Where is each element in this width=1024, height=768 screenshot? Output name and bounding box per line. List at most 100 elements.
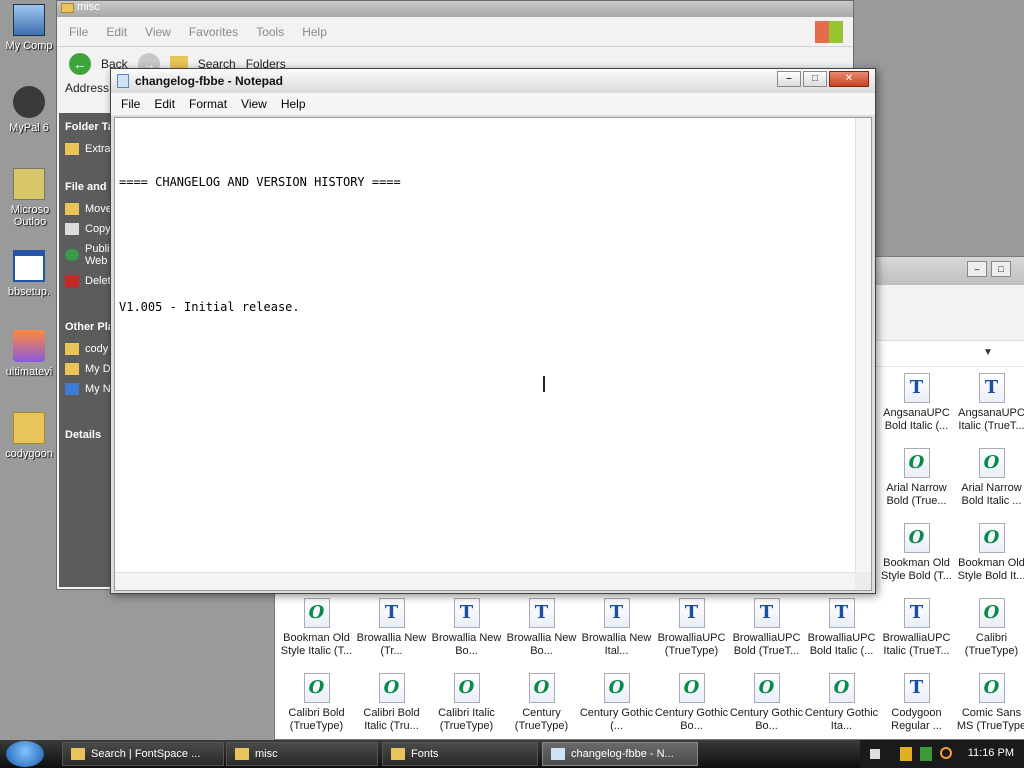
font-file-label: Calibri (TrueType) <box>964 632 1019 657</box>
opentype-font-icon: O <box>978 448 1005 478</box>
maximize-button[interactable]: □ <box>991 261 1011 277</box>
file-task-publish[interactable]: Publi Web <box>59 239 115 271</box>
desktop-icon-label: bbsetup. <box>7 286 51 298</box>
font-file-item[interactable]: O Calibri Italic (TrueType) <box>429 673 504 733</box>
explorer-titlebar[interactable]: misc <box>57 1 853 17</box>
taskbar-button-notepad[interactable]: changelog-fbbe - N... <box>542 742 698 766</box>
other-place-item[interactable]: My D <box>59 359 115 379</box>
font-file-item[interactable]: T AngsanaUPC Italic (TrueT... <box>954 373 1024 433</box>
font-file-item[interactable]: T BrowalliaUPC Bold (TrueT... <box>729 598 804 658</box>
item-label: My N <box>85 383 111 395</box>
font-file-label: Bookman Old Style Italic (T... <box>280 632 353 657</box>
vertical-scrollbar[interactable] <box>855 118 871 572</box>
desktop-icon-outlook[interactable]: Microso Outloo <box>0 168 58 228</box>
horizontal-scrollbar[interactable] <box>115 572 855 590</box>
truetype-font-icon: T <box>603 598 630 628</box>
taskbar-button-search[interactable]: Search | FontSpace ... <box>62 742 224 766</box>
font-file-item[interactable]: O Century Gothic Bo... <box>729 673 804 733</box>
clock[interactable]: 11:16 PM <box>968 747 1014 759</box>
volume-icon[interactable] <box>920 747 932 761</box>
taskbar-button-misc[interactable]: misc <box>226 742 378 766</box>
desktop-icon-ultimatevi[interactable]: ultimatevi <box>0 330 58 378</box>
shield-icon[interactable] <box>900 747 912 761</box>
resize-grip[interactable] <box>855 572 871 590</box>
font-file-item[interactable]: O Century Gothic Bo... <box>654 673 729 733</box>
editor-text[interactable]: ==== CHANGELOG AND VERSION HISTORY ==== … <box>119 118 853 572</box>
font-file-item[interactable]: T BrowalliaUPC Bold Italic (... <box>804 598 879 658</box>
text-editor[interactable]: ==== CHANGELOG AND VERSION HISTORY ==== … <box>114 117 872 591</box>
font-file-item[interactable]: O Century Gothic Ita... <box>804 673 879 733</box>
notepad-menubar: File Edit Format View Help <box>111 93 875 115</box>
minimize-button[interactable]: – <box>967 261 987 277</box>
network-icon[interactable] <box>870 749 880 759</box>
font-file-item[interactable]: T Browallia New (Tr... <box>354 598 429 658</box>
menu-file[interactable]: File <box>121 97 140 111</box>
font-file-item[interactable]: O Calibri Bold Italic (Tru... <box>354 673 429 733</box>
font-file-item[interactable]: T AngsanaUPC Bold Italic (... <box>879 373 954 433</box>
font-file-item[interactable]: T Browallia New Ital... <box>579 598 654 658</box>
desktop-icon-my-computer[interactable]: My Comp <box>0 4 58 52</box>
file-task-copy[interactable]: Copy <box>59 219 115 239</box>
taskbar: Search | FontSpace ... misc Fonts change… <box>0 740 1024 768</box>
font-file-item[interactable]: T Codygoon Regular ... <box>879 673 954 733</box>
font-file-item[interactable]: O Bookman Old Style Bold It... <box>954 523 1024 583</box>
menu-view[interactable]: View <box>241 97 267 111</box>
menu-tools[interactable]: Tools <box>256 25 284 39</box>
font-file-item[interactable]: O Bookman Old Style Bold (T... <box>879 523 954 583</box>
opentype-font-icon: O <box>528 673 555 703</box>
close-button[interactable]: ✕ <box>829 71 869 87</box>
maximize-button[interactable]: □ <box>803 71 827 87</box>
folder-task-item[interactable]: Extra <box>59 139 115 159</box>
font-file-item[interactable]: O Bookman Old Style Italic (T... <box>279 598 354 658</box>
font-file-label: Browallia New Ital... <box>581 632 652 657</box>
other-place-item[interactable]: cody <box>59 339 115 359</box>
other-place-item[interactable]: My N <box>59 379 115 399</box>
menu-file[interactable]: File <box>69 25 88 39</box>
menu-favorites[interactable]: Favorites <box>189 25 238 39</box>
taskbar-button-fonts[interactable]: Fonts <box>382 742 538 766</box>
font-file-item[interactable]: O Arial Narrow Bold Italic ... <box>954 448 1024 508</box>
text-line: V1.005 - Initial release. <box>119 300 300 314</box>
menu-edit[interactable]: Edit <box>154 97 175 111</box>
font-file-item[interactable]: T Browallia New Bo... <box>504 598 579 658</box>
other-places-header[interactable]: Other Pla <box>59 313 115 339</box>
font-file-item[interactable]: O Calibri (TrueType) <box>954 598 1024 658</box>
details-header[interactable]: Details <box>59 421 115 447</box>
chevron-down-icon[interactable]: ▼ <box>983 347 993 358</box>
font-file-item[interactable]: T Browallia New Bo... <box>429 598 504 658</box>
font-file-label: BrowalliaUPC Italic (TrueT... <box>882 632 951 657</box>
desktop-icon-mypal[interactable]: MyPal 6 <box>0 86 58 134</box>
font-file-item[interactable]: O Calibri Bold (TrueType) <box>279 673 354 733</box>
opentype-font-icon: O <box>378 673 405 703</box>
menu-edit[interactable]: Edit <box>106 25 127 39</box>
taskbar-label: Fonts <box>411 748 439 760</box>
font-file-item[interactable]: T BrowalliaUPC (TrueType) <box>654 598 729 658</box>
font-file-item[interactable]: O Century Gothic (... <box>579 673 654 733</box>
font-file-item[interactable]: O Comic Sans MS (TrueType <box>954 673 1024 733</box>
search-icon[interactable] <box>940 747 952 759</box>
desktop-icon-bbsetup[interactable]: bbsetup. <box>0 250 58 298</box>
desktop-icon-codygoon[interactable]: codygoon <box>0 412 58 460</box>
font-file-label: Century Gothic (... <box>579 707 654 732</box>
back-arrow-icon[interactable]: ← <box>69 53 91 75</box>
font-file-item[interactable]: O Century (TrueType) <box>504 673 579 733</box>
file-task-delete[interactable]: Delet <box>59 271 115 291</box>
menu-view[interactable]: View <box>145 25 171 39</box>
menu-help[interactable]: Help <box>281 97 306 111</box>
minimize-button[interactable]: – <box>777 71 801 87</box>
opentype-font-icon: O <box>978 598 1005 628</box>
font-file-item[interactable]: T BrowalliaUPC Italic (TrueT... <box>879 598 954 658</box>
start-button[interactable] <box>6 741 44 767</box>
menu-help[interactable]: Help <box>302 25 327 39</box>
font-file-item[interactable]: O Arial Narrow Bold (True... <box>879 448 954 508</box>
file-tasks-header[interactable]: File and I <box>59 173 115 199</box>
font-file-label: Codygoon Regular ... <box>891 707 942 732</box>
taskbar-label: misc <box>255 748 278 760</box>
file-task-move[interactable]: Move <box>59 199 115 219</box>
notepad-titlebar[interactable]: changelog-fbbe - Notepad – □ ✕ <box>111 69 875 93</box>
menu-format[interactable]: Format <box>189 97 227 111</box>
font-file-label: Bookman Old Style Bold It... <box>957 557 1024 582</box>
folder-tasks-header[interactable]: Folder Ta <box>59 113 115 139</box>
notepad-window[interactable]: changelog-fbbe - Notepad – □ ✕ File Edit… <box>110 68 876 594</box>
font-file-label: BrowalliaUPC Bold (TrueT... <box>732 632 801 657</box>
